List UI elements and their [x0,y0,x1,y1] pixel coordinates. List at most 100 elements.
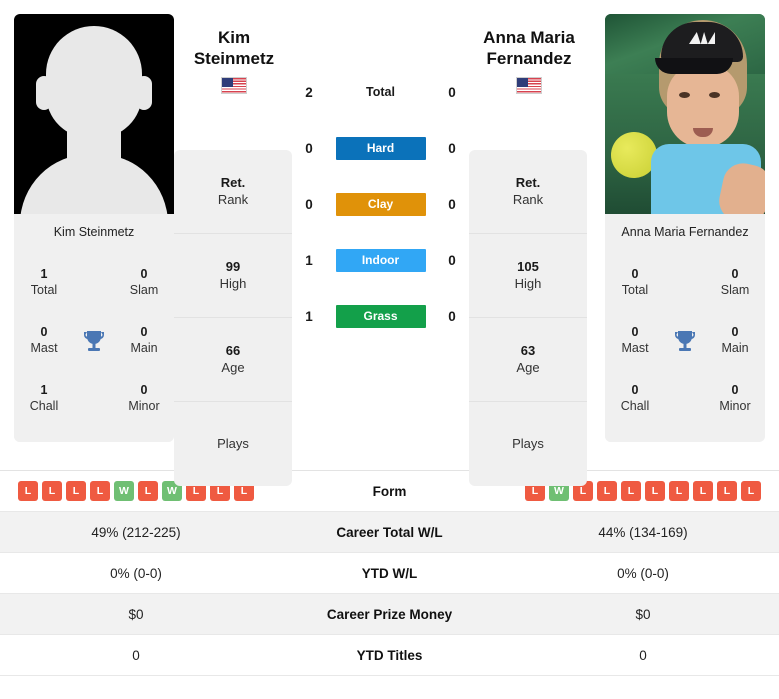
player-card-right[interactable]: Anna Maria Fernandez 0 Total 0 Slam 0 Ma… [605,14,765,442]
rank-cell-plays-right: Plays [469,402,587,486]
form-badge-l[interactable]: L [90,481,110,501]
player-photo-left [14,14,174,214]
title-main-value-left: 0 [140,325,148,340]
photo-eye-right [709,92,720,98]
player-photo-right [605,14,765,214]
ytd-titles-left: 0 [132,647,140,663]
clay-score-left: 0 [305,196,313,212]
form-badge-l[interactable]: L [42,481,62,501]
title-main-left: 0 Main [114,325,174,356]
head-to-head-comparison: Kim Steinmetz 1 Total 0 Slam 0 Mast 0 Ma… [0,0,779,486]
title-mast-label-right: Mast [621,341,649,355]
titles-row-mast-main-right: 0 Mast 0 Main [605,312,765,370]
player-last-name-right: Fernandez [486,48,572,68]
surface-row-total: 2 Total 0 [292,64,469,120]
form-badge-l[interactable]: L [597,481,617,501]
total-label: Total [366,85,395,99]
rank-cell-high-left: 99 High [174,234,292,318]
grass-score-right: 0 [448,308,456,324]
career-prize-money-right: $0 [635,606,651,622]
titles-grid-right: 0 Total 0 Slam 0 Mast 0 Main 0 Chall 0 M… [605,250,765,442]
career-prize-money-left: $0 [128,606,144,622]
form-badge-l[interactable]: L [621,481,641,501]
avatar-silhouette-head [46,26,142,138]
title-minor-left: 0 Minor [114,383,174,414]
title-mast-right: 0 Mast [605,325,665,356]
title-chall-left: 1 Chall [14,383,74,414]
rank-cell-plays-left: Plays [174,402,292,486]
title-chall-value-left: 1 [40,383,48,398]
player-title-left: Kim Steinmetz [174,28,294,95]
stats-comparison-table: LLLLWLWLLL Form LWLLLLLLLL 49% (212-225)… [0,470,779,676]
table-row-career-total-wl: 49% (212-225) Career Total W/L 44% (134-… [0,512,779,553]
title-total-right: 0 Total [605,267,665,298]
surface-row-clay: 0 Clay 0 [292,176,469,232]
form-badge-l[interactable]: L [669,481,689,501]
form-badge-l[interactable]: L [18,481,38,501]
table-row-ytd-wl: 0% (0-0) YTD W/L 0% (0-0) [0,553,779,594]
rank-value-right: Ret. [515,174,541,190]
player-last-name-left: Steinmetz [193,48,275,68]
us-flag-icon-right [516,77,542,95]
trophy-icon-svg-right [675,331,695,351]
career-total-wl-left: 49% (212-225) [91,524,181,540]
stat-label-ytd-wl: YTD W/L [361,565,418,581]
player-first-name-right: Anna Maria [483,28,575,47]
rank-panel-right: Ret. Rank 105 High 63 Age Plays [469,150,587,486]
player-name-right: Anna Maria Fernandez [605,214,765,250]
title-minor-right: 0 Minor [705,383,765,414]
player-title-right: Anna Maria Fernandez [469,28,589,95]
title-minor-label-right: Minor [719,399,751,413]
stat-label-career-total-wl: Career Total W/L [336,524,443,540]
rank-panel-left: Ret. Rank 99 High 66 Age Plays [174,150,292,486]
title-minor-value-right: 0 [731,383,739,398]
total-score-right: 0 [448,84,456,100]
title-slam-value-left: 0 [140,267,148,282]
titles-row-mast-main: 0 Mast 0 Main [14,312,174,370]
title-total-value-left: 1 [40,267,48,282]
form-badge-w[interactable]: W [114,481,134,501]
high-value-left: 99 [225,258,241,274]
player-name-left: Kim Steinmetz [14,214,174,250]
ytd-titles-right: 0 [639,647,647,663]
high-label-right: High [514,275,542,291]
title-chall-label-right: Chall [620,399,650,413]
surface-row-indoor: 1 Indoor 0 [292,232,469,288]
age-label-right: Age [516,359,540,375]
surface-badge-clay[interactable]: Clay [335,192,426,216]
surface-badge-indoor[interactable]: Indoor [335,248,426,272]
photo-eye-left [679,92,690,98]
surface-badge-hard[interactable]: Hard [335,136,426,160]
player-card-left[interactable]: Kim Steinmetz 1 Total 0 Slam 0 Mast 0 Ma… [14,14,174,442]
table-row-ytd-titles: 0 YTD Titles 0 [0,635,779,676]
title-chall-value-right: 0 [631,383,639,398]
surface-badge-grass[interactable]: Grass [335,304,426,328]
indoor-badge-wrap: Indoor [326,248,435,272]
form-badge-l[interactable]: L [741,481,761,501]
titles-row-chall-minor: 1 Chall 0 Minor [14,370,174,428]
titles-row-total-slam-right: 0 Total 0 Slam [605,254,765,312]
indoor-score-left: 1 [305,252,313,268]
high-value-right: 105 [517,258,539,274]
form-badge-l[interactable]: L [66,481,86,501]
hard-score-right: 0 [448,140,456,156]
indoor-score-right: 0 [448,252,456,268]
clay-badge-wrap: Clay [326,192,435,216]
avatar-silhouette-ear-left [36,76,52,110]
grass-score-left: 1 [305,308,313,324]
rank-cell-rank-right: Ret. Rank [469,150,587,234]
title-main-label-left: Main [130,341,158,355]
form-badge-l[interactable]: L [693,481,713,501]
grass-badge-wrap: Grass [326,304,435,328]
form-badge-l[interactable]: L [645,481,665,501]
form-badge-l[interactable]: L [717,481,737,501]
total-score-left: 2 [305,84,313,100]
clay-score-right: 0 [448,196,456,212]
age-label-left: Age [221,359,245,375]
title-slam-value-right: 0 [731,267,739,282]
title-slam-right: 0 Slam [705,267,765,298]
age-value-left: 66 [225,342,241,358]
form-badge-l[interactable]: L [138,481,158,501]
plays-label-right: Plays [512,435,544,451]
career-total-wl-right: 44% (134-169) [598,524,688,540]
